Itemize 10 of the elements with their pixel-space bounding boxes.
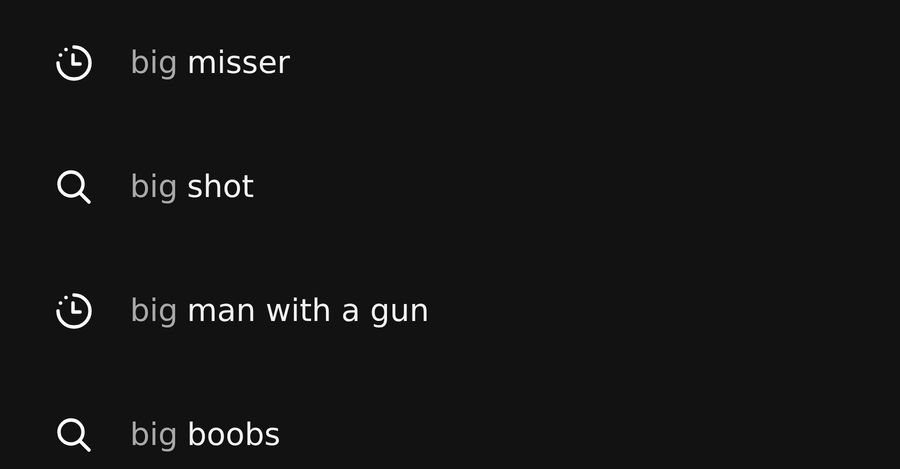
history-icon xyxy=(54,290,94,330)
query-text: big xyxy=(130,44,178,80)
suggestion-text[interactable]: shot xyxy=(186,168,254,204)
suggestion-text[interactable]: man with a gun xyxy=(186,292,430,328)
history-icon xyxy=(54,42,94,82)
suggestion-text[interactable]: boobs xyxy=(186,416,280,452)
suggestion-text[interactable]: misser xyxy=(186,44,290,80)
query-text: big xyxy=(130,416,178,452)
query-text: big xyxy=(130,168,178,204)
query-text: big xyxy=(130,292,178,328)
